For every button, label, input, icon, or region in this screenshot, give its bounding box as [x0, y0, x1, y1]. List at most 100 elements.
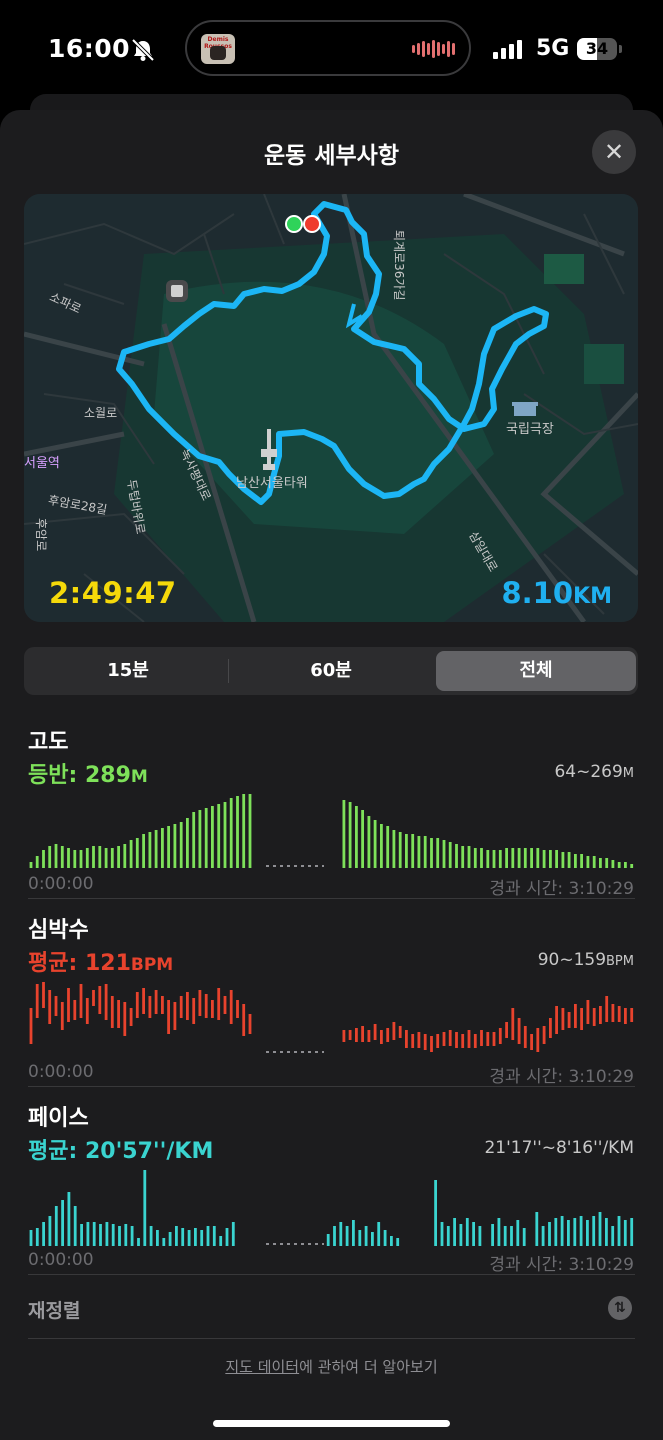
chart-bar	[599, 858, 602, 868]
chart-bar	[79, 984, 83, 1018]
chart-bar	[105, 1222, 109, 1246]
dynamic-island[interactable]: Demis Roussos	[185, 20, 471, 76]
chart-bar	[498, 850, 502, 868]
chart-bar	[542, 850, 546, 868]
chart-bar	[48, 846, 52, 868]
reorder-button[interactable]: 재정렬	[28, 1296, 80, 1323]
chart-bar	[80, 1224, 83, 1246]
chart-bar	[92, 846, 95, 868]
theater-label: 국립극장	[506, 422, 554, 437]
chart-bar	[511, 848, 515, 868]
chart-bar	[478, 1226, 482, 1246]
chart-bar	[35, 984, 39, 1018]
chart-bar	[186, 992, 189, 1020]
chart-elapsed-time: 경과 시간: 3:10:29	[489, 1067, 634, 1087]
chart-bar	[154, 990, 158, 1014]
segment-60min[interactable]: 60분	[231, 651, 431, 691]
chart-bar	[339, 1222, 343, 1246]
heart-rate-range: 90~159BPM	[537, 950, 634, 970]
segment-all[interactable]: 전체	[436, 651, 636, 691]
chart-bar	[430, 1036, 433, 1052]
chart-elapsed-time: 경과 시간: 3:10:29	[489, 879, 634, 899]
chart-bar	[623, 1220, 627, 1246]
segment-15min[interactable]: 15분	[28, 651, 228, 691]
chart-bar	[373, 1024, 377, 1040]
chart-bar	[392, 830, 396, 868]
chart-start-time: 0:00:00	[28, 874, 94, 894]
chart-bar	[179, 822, 183, 868]
chart-bar	[580, 1008, 583, 1030]
chart-bar	[630, 1218, 634, 1246]
chart-bar	[179, 996, 183, 1018]
chart-bar	[405, 834, 408, 868]
chart-bar	[149, 1226, 153, 1246]
chart-bar	[467, 1030, 471, 1048]
chart-bar	[392, 1022, 396, 1040]
chart-bar	[187, 1230, 191, 1246]
chart-bar	[117, 1000, 120, 1028]
chart-bar	[459, 1224, 463, 1246]
chart-bar	[206, 1226, 210, 1246]
reorder-icon[interactable]: ⇅	[608, 1296, 632, 1320]
status-bar: 16:00 Demis Roussos 5G 34	[0, 0, 663, 100]
chart-bar	[617, 1216, 621, 1246]
chart-bar	[211, 1000, 214, 1018]
signal-icon	[493, 40, 522, 59]
workout-distance: 8.10KM	[501, 576, 612, 610]
chart-bar	[561, 1008, 565, 1030]
chart-bar	[473, 848, 477, 868]
chart-bar	[549, 1018, 552, 1038]
chart-bar	[156, 1230, 159, 1246]
chart-bar	[111, 1224, 115, 1246]
close-button[interactable]: ✕	[592, 130, 636, 174]
chart-bar	[85, 848, 89, 868]
chart-bar	[536, 1028, 540, 1052]
home-indicator[interactable]	[213, 1420, 450, 1427]
chart-bar	[60, 1002, 64, 1030]
chart-bar	[592, 1008, 596, 1026]
chart-bar	[503, 1226, 507, 1246]
chart-bar	[192, 812, 196, 868]
map-data-link[interactable]: 지도 데이터	[225, 1358, 299, 1376]
pace-chart[interactable]	[28, 1166, 635, 1246]
chart-bar	[345, 1226, 349, 1246]
elevation-chart[interactable]	[28, 792, 635, 868]
chart-bar	[326, 1234, 330, 1246]
chart-bar	[411, 1034, 415, 1048]
chart-bar	[523, 1026, 527, 1048]
elevation-climb: 등반: 289M	[28, 763, 148, 788]
chart-bar	[342, 1030, 346, 1042]
chart-bar	[137, 1238, 140, 1246]
chart-bar	[522, 1228, 526, 1246]
chart-bar	[630, 1008, 634, 1022]
chart-bar	[586, 1220, 589, 1246]
chart-bar	[630, 864, 634, 868]
chart-bar	[54, 1206, 58, 1246]
route-map[interactable]: 남산서울타워 국립극장 서울역 소파로 소월로 퇴계로36가길 녹사평대로 후암…	[24, 194, 638, 622]
chart-bar	[530, 848, 533, 868]
chart-bar	[380, 824, 383, 868]
chart-bar	[398, 1026, 402, 1038]
heart-rate-chart[interactable]	[28, 978, 635, 1058]
time-range-segmented-control[interactable]: 15분 60분 전체	[24, 647, 638, 695]
chart-bar	[358, 1230, 362, 1246]
chart-bar	[423, 836, 427, 868]
pace-range: 21'17''~8'16''/KM	[484, 1138, 634, 1158]
chart-bar	[430, 838, 433, 868]
chart-bar	[448, 842, 452, 868]
chart-bar	[225, 1228, 229, 1246]
chart-bar	[117, 846, 120, 868]
chart-bar	[505, 848, 508, 868]
chart-bar	[242, 794, 246, 868]
road-label: 퇴계로36가길	[392, 230, 406, 301]
chart-bar	[461, 846, 465, 868]
chart-bar	[123, 844, 127, 868]
chart-bar	[73, 1000, 77, 1020]
chart-bar	[516, 1220, 520, 1246]
chart-bar	[530, 1034, 533, 1050]
chart-bar	[123, 1002, 127, 1036]
chart-bar	[99, 1224, 102, 1246]
chart-bar	[248, 794, 252, 868]
chart-bar	[405, 1030, 408, 1048]
chart-bar	[129, 1008, 133, 1026]
